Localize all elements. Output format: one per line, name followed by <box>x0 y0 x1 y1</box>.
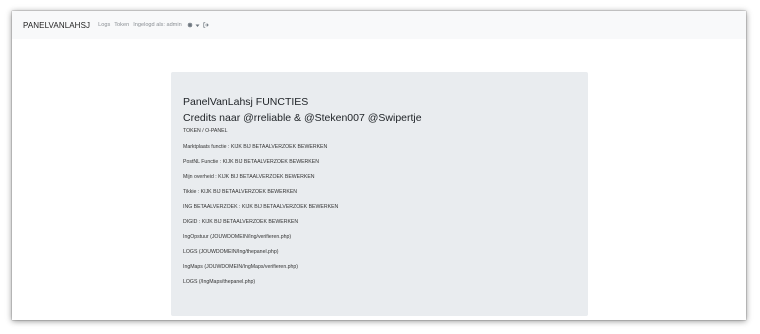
function-item-logs-ing: LOGS (JOUWDOMEIN/Ing/thepanel.php) <box>183 249 279 255</box>
nav-link-token[interactable]: Token <box>114 22 129 28</box>
function-item-marktplaats: Marktplaats functie : KIJK BIJ BETAALVER… <box>183 144 328 150</box>
gear-icon <box>187 22 193 28</box>
logout-button[interactable] <box>203 22 209 28</box>
brand-logo[interactable]: PANELVANLAHSJ <box>23 21 90 30</box>
browser-frame: PANELVANLAHSJ Logs Token Ingelogd als: a… <box>12 11 746 320</box>
credits-heading: Credits naar @rreliable & @Steken007 @Sw… <box>183 112 422 124</box>
logout-icon <box>203 22 209 28</box>
function-item-logs-ingmaps: LOGS (/IngMaps/thepanel.php) <box>183 279 256 285</box>
token-subtitle: TOKEN / O-PANEL <box>183 128 228 134</box>
function-item-tikkie: Tikkie : KIJK BIJ BETAALVERZOEK BEWERKEN <box>183 189 298 195</box>
logged-in-user-text: Ingelogd als: admin <box>133 22 182 28</box>
function-item-ingmaps: IngMaps (JOUWDOMEIN/IngMaps/verifieren.p… <box>183 264 299 270</box>
function-item-digid: DIGID : KIJK BIJ BETAALVERZOEK BEWERKEN <box>183 219 299 225</box>
function-item-mijn-overheid: Mijn overheid : KIJK BIJ BETAALVERZOEK B… <box>183 174 315 180</box>
function-item-ingopstuur: IngOpstuur (JOUWDOMEIN/Ing/verifieren.ph… <box>183 234 292 240</box>
functions-card: PanelVanLahsj FUNCTIES Credits naar @rre… <box>171 72 588 316</box>
settings-dropdown[interactable] <box>187 22 200 28</box>
page-title: PanelVanLahsj FUNCTIES <box>183 96 309 108</box>
nav-link-logs[interactable]: Logs <box>98 22 110 28</box>
function-item-ing-betaalverzoek: ING BETAALVERZOEK : KIJK BIJ BETAALVERZO… <box>183 204 339 210</box>
navbar: PANELVANLAHSJ Logs Token Ingelogd als: a… <box>12 11 746 39</box>
function-item-postnl: PostNL Functie : KIJK BIJ BETAALVERZOEK … <box>183 159 319 165</box>
caret-down-icon <box>195 24 200 27</box>
